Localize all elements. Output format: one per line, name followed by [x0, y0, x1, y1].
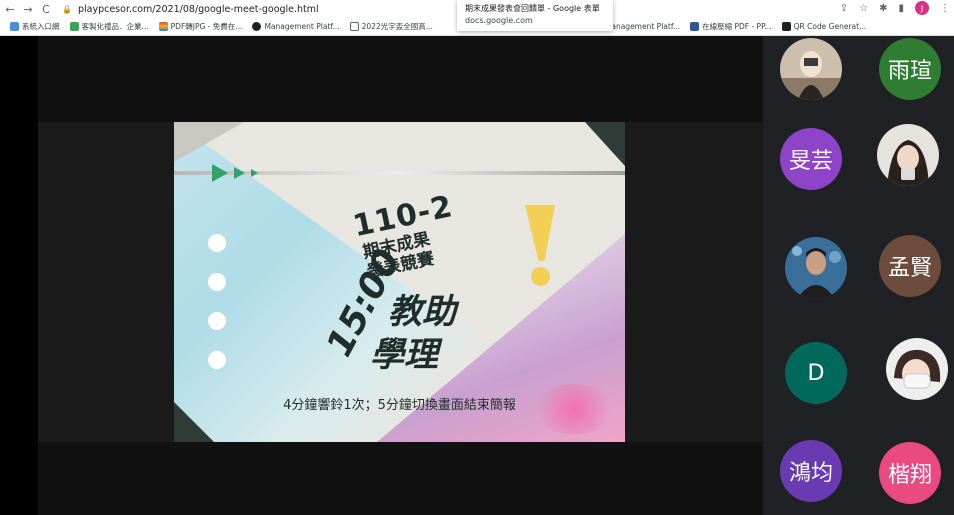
back-icon[interactable]: ← [2, 3, 18, 16]
participant-name: 楷翔 [887, 463, 932, 488]
participant-photo[interactable] [785, 237, 847, 299]
word-icon [690, 22, 700, 31]
bookmark-item[interactable]: Management Platf... [252, 22, 340, 31]
bookmark-item[interactable]: PDF轉JPG - 免費在... [158, 21, 242, 32]
lock-icon: 🔒 [62, 4, 72, 14]
participant-photo[interactable] [886, 338, 948, 400]
bookmark-favicon-icon [158, 22, 168, 31]
url-text: playpcesor.com/2021/08/google-meet-googl… [77, 3, 319, 15]
profile-avatar[interactable]: J [915, 1, 929, 15]
left-strip [0, 36, 38, 515]
participant-tile[interactable]: 楷翔 [879, 442, 941, 504]
star-icon[interactable]: ☆ [859, 3, 868, 14]
participant-name: 鴻均 [788, 461, 833, 486]
presentation-slide: 110-2 期末成果 發表競賽 15:00 教助 學理 4分鐘響鈴1次；5分鐘切… [174, 122, 625, 442]
participant-tile[interactable]: D [785, 342, 847, 404]
bookmark-item[interactable]: 在線壓縮 PDF - PP... [690, 21, 772, 32]
participant-name: D [807, 360, 825, 386]
tab-tooltip: 期末成果發表會回饋單 - Google 表單 docs.google.com [457, 0, 613, 31]
participant-photo[interactable] [877, 124, 939, 186]
slide-dots [208, 234, 226, 369]
participant-tile[interactable]: 雨瑄 [879, 38, 941, 100]
play-arrows-icon [212, 164, 258, 182]
slide-subject-line: 學理 [370, 335, 438, 375]
bookmark-favicon-icon [69, 22, 79, 31]
qr-icon [781, 22, 791, 31]
participant-name: 孟賢 [887, 256, 932, 281]
address-bar[interactable]: 🔒 playpcesor.com/2021/08/google-meet-goo… [62, 4, 319, 15]
tooltip-title: 期末成果發表會回饋單 - Google 表單 [465, 4, 600, 13]
menu-icon[interactable]: ⋮ [940, 3, 950, 14]
toolbar-actions: ⇪ ☆ ✱ ▮ J ⋮ [840, 1, 950, 15]
slide-subject-line: 教助 [388, 292, 456, 332]
slide-dot [208, 351, 226, 369]
sidepanel-icon[interactable]: ▮ [898, 3, 904, 14]
reload-icon[interactable]: C [38, 3, 54, 16]
bookmark-item[interactable]: 客製化禮品．企業... [69, 21, 149, 32]
participant-tile[interactable]: 旻芸 [780, 128, 842, 190]
exclamation-dot [531, 267, 550, 286]
participant-photo[interactable] [780, 38, 842, 100]
slide-footer: 4分鐘響鈴1次；5分鐘切換畫面結束簡報 [283, 398, 516, 413]
slide-corner [585, 122, 625, 166]
extensions-icon[interactable]: ✱ [879, 3, 887, 14]
screen: ← → C 🔒 playpcesor.com/2021/08/google-me… [0, 0, 954, 515]
participant-tile[interactable]: 孟賢 [879, 235, 941, 297]
slide-dot [208, 273, 226, 291]
forward-icon[interactable]: → [20, 3, 36, 16]
bookmark-item[interactable]: QR Code Generat... [781, 22, 866, 31]
participant-name: 旻芸 [788, 149, 833, 174]
page-icon [349, 22, 359, 31]
bookmark-item[interactable]: 2022光宇盃全國高... [349, 21, 433, 32]
tooltip-domain: docs.google.com [465, 16, 533, 25]
globe-icon [252, 22, 262, 31]
participant-name: 雨瑄 [887, 59, 932, 84]
bookmark-favicon-icon [10, 22, 19, 31]
participant-tile[interactable]: 鴻均 [780, 440, 842, 502]
slide-dot [208, 234, 226, 252]
bookmark-item[interactable]: 系統入口網 [10, 21, 60, 32]
share-icon[interactable]: ⇪ [840, 3, 848, 14]
slide-corner [174, 122, 244, 162]
slide-dot [208, 312, 226, 330]
exclamation-icon [525, 205, 555, 261]
